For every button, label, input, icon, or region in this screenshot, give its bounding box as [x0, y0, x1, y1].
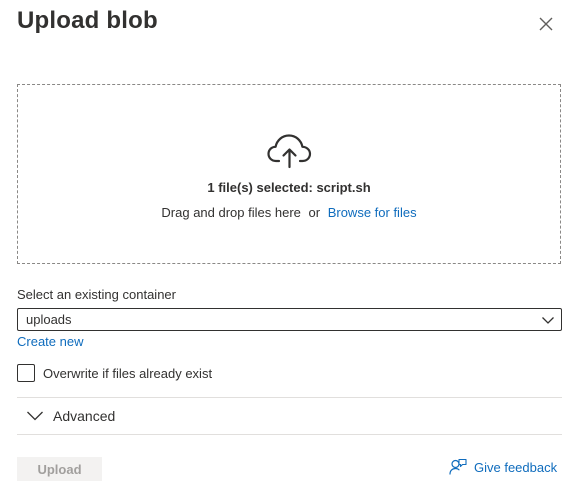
- container-select-value: uploads: [26, 312, 72, 327]
- give-feedback-link[interactable]: Give feedback: [449, 458, 557, 476]
- drag-drop-row: Drag and drop files here or Browse for f…: [18, 205, 560, 220]
- container-select[interactable]: uploads: [17, 308, 562, 331]
- feedback-person-icon: [449, 458, 467, 475]
- advanced-label: Advanced: [53, 408, 116, 424]
- or-text: or: [308, 205, 321, 220]
- upload-button[interactable]: Upload: [17, 457, 102, 481]
- chevron-down-icon: [27, 411, 43, 421]
- divider-bottom: [17, 434, 562, 435]
- overwrite-checkbox[interactable]: [17, 364, 35, 382]
- close-button[interactable]: [533, 11, 559, 37]
- create-new-link[interactable]: Create new: [17, 334, 83, 349]
- container-select-label: Select an existing container: [17, 287, 176, 302]
- chevron-down-icon: [542, 317, 554, 324]
- close-icon: [539, 17, 553, 31]
- file-dropzone[interactable]: 1 file(s) selected: script.sh Drag and d…: [17, 84, 561, 264]
- overwrite-checkbox-label: Overwrite if files already exist: [43, 365, 213, 381]
- selected-files-text: 1 file(s) selected: script.sh: [207, 180, 371, 195]
- advanced-section-toggle[interactable]: Advanced: [17, 398, 562, 434]
- drag-drop-text: Drag and drop files here: [161, 205, 301, 220]
- browse-files-link[interactable]: Browse for files: [328, 205, 417, 220]
- panel-title: Upload blob: [17, 7, 158, 34]
- give-feedback-label: Give feedback: [474, 459, 558, 475]
- overwrite-checkbox-row[interactable]: Overwrite if files already exist: [17, 364, 212, 382]
- cloud-upload-icon: [267, 134, 312, 169]
